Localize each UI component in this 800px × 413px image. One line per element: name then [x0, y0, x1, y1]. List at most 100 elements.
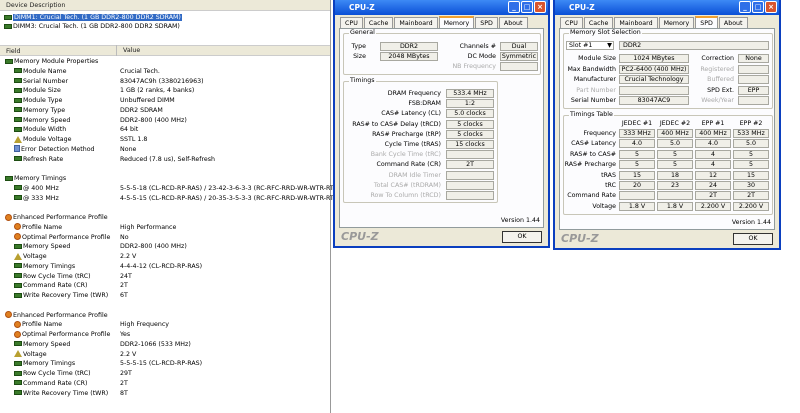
table-row[interactable]: @ 333 MHz 4-5-5-15 (CL-RCD-RP-RAS) / 20-3…	[0, 194, 340, 204]
table-row[interactable]: Memory Module Properties	[0, 57, 330, 67]
table-row[interactable]: Error Detection Method None	[0, 145, 330, 155]
table-row[interactable]: Voltage 2.2 V	[0, 252, 330, 262]
field-label: Optimal Performance Profile	[22, 233, 111, 241]
timing-label: Cycle Time (tRAS)	[384, 141, 441, 148]
timing-row-label: Frequency	[583, 130, 616, 137]
maximize-button[interactable]: □	[521, 1, 533, 13]
spd-field-value: PC2-6400 (400 MHz)	[619, 64, 689, 74]
field-cell: Serial Number	[14, 77, 68, 87]
table-row[interactable]: Memory Speed DDR2-800 (400 MHz)	[0, 116, 330, 126]
tab-mainboard[interactable]: Mainboard	[394, 17, 438, 28]
timing-row-label: tRC	[605, 182, 616, 189]
table-row[interactable]: Enhanced Performance Profile	[0, 213, 330, 223]
memory-type-value: DDR2	[619, 41, 769, 50]
table-row[interactable]: Memory Speed DDR2-800 (400 MHz)	[0, 242, 330, 252]
memory-info-panel: Device Description DIMM1: Crucial Tech. …	[0, 0, 340, 413]
table-row[interactable]: @ 400 MHz 5-5-5-18 (CL-RCD-RP-RAS) / 23-4…	[0, 184, 340, 194]
value-cell: 1 GB (2 ranks, 4 banks)	[120, 87, 195, 95]
table-row[interactable]: Command Rate (CR) 2T	[0, 281, 330, 291]
table-row[interactable]: Module Size 1 GB (2 ranks, 4 banks)	[0, 86, 330, 96]
column-divider[interactable]	[116, 45, 117, 56]
value-cell: 64 bit	[120, 126, 139, 134]
tab-memory[interactable]: Memory	[438, 16, 475, 28]
table-row[interactable]: Module Width 64 bit	[0, 125, 330, 135]
table-row[interactable]: Command Rate (CR) 2T	[0, 379, 330, 389]
timing-value: 2T	[446, 160, 494, 170]
field-cell: Memory Timings	[5, 174, 66, 184]
table-row[interactable]: Refresh Rate Reduced (7.8 us), Self-Refre…	[0, 155, 330, 165]
memory-module-icon	[14, 243, 22, 249]
memory-module-icon	[14, 370, 22, 376]
memory-module-icon	[4, 14, 12, 20]
memory-module-icon	[4, 23, 12, 29]
table-row[interactable]: Module Voltage SSTL 1.8	[0, 135, 330, 145]
field-cell: Memory Timings	[14, 262, 75, 272]
tab-spd[interactable]: SPD	[475, 17, 498, 28]
timing-cell: 1.8 V	[619, 201, 655, 211]
minimize-button[interactable]: _	[508, 1, 520, 13]
memory-module-icon	[14, 263, 22, 269]
table-row[interactable]: Memory Timings 5-5-5-15 (CL-RCD-RP-RAS)	[0, 359, 330, 369]
spd-field-value	[738, 64, 769, 74]
value-cell: 2T	[120, 282, 128, 290]
timing-cell: 2.200 V	[733, 201, 769, 211]
tab-cache[interactable]: Cache	[363, 17, 394, 28]
spd-field-label: Week/Year	[701, 97, 734, 104]
tab-cpu[interactable]: CPU	[340, 17, 363, 28]
column-header: EPP #2	[739, 120, 763, 127]
table-row[interactable]: Memory Timings 4-4-4-12 (CL-RCD-RP-RAS)	[0, 262, 330, 272]
epp-icon	[14, 223, 21, 231]
table-row[interactable]: Optimal Performance Profile Yes	[0, 330, 330, 340]
tab-mainboard[interactable]: Mainboard	[614, 17, 658, 28]
maximize-button[interactable]: □	[752, 1, 764, 13]
device-item[interactable]: DIMM1: Crucial Tech. (1 GB DDR2-800 DDR2…	[4, 13, 182, 22]
field-label: Module Voltage	[23, 136, 72, 143]
value-header[interactable]: Value	[117, 45, 330, 56]
tab-cache[interactable]: Cache	[583, 17, 614, 28]
close-button[interactable]: ×	[534, 1, 546, 13]
table-row[interactable]: Write Recovery Time (tWR) 6T	[0, 291, 330, 301]
device-item[interactable]: DIMM3: Crucial Tech. (1 GB DDR2-800 DDR2…	[4, 22, 180, 31]
table-row[interactable]: Row Cycle Time (tRC) 29T	[0, 369, 330, 379]
table-row[interactable]: Serial Number 83047AC9h (3380216963)	[0, 77, 330, 87]
table-row[interactable]: Module Name Crucial Tech.	[0, 67, 330, 77]
value-cell: 2T	[120, 379, 128, 387]
value-cell: High Frequency	[120, 321, 170, 329]
tab-about[interactable]: About	[718, 17, 748, 28]
memory-module-icon	[14, 360, 22, 366]
memory-module-icon	[14, 273, 22, 278]
ok-button[interactable]: OK	[733, 233, 773, 245]
tab-cpu[interactable]: CPU	[560, 17, 583, 28]
close-button[interactable]: ×	[765, 1, 777, 13]
value-cell: 4-4-4-12 (CL-RCD-RP-RAS)	[120, 262, 203, 270]
table-row[interactable]: Memory Timings	[0, 174, 330, 184]
table-row[interactable]: Write Recovery Time (tWR) 8T	[0, 389, 330, 399]
table-row[interactable]: Module Type Unbuffered DIMM	[0, 96, 330, 106]
table-row[interactable]: Optimal Performance Profile No	[0, 233, 330, 243]
tab-memory[interactable]: Memory	[658, 17, 695, 28]
ok-button[interactable]: OK	[502, 231, 542, 243]
field-cell: Memory Type	[14, 106, 65, 116]
table-row[interactable]: Voltage 2.2 V	[0, 350, 330, 360]
tab-spd[interactable]: SPD	[695, 16, 718, 28]
field-cell: Memory Speed	[14, 340, 70, 350]
timing-cell: 533 MHz	[733, 129, 769, 138]
table-row[interactable]: Memory Speed DDR2-1066 (533 MHz)	[0, 340, 330, 350]
timing-cell: 15	[619, 170, 655, 180]
memory-module-icon	[14, 282, 22, 288]
device-description-header[interactable]: Device Description	[0, 0, 330, 11]
table-row[interactable]: Memory Type DDR2 SDRAM	[0, 106, 330, 116]
minimize-button[interactable]: _	[739, 1, 751, 13]
table-row[interactable]: Profile Name High Performance	[0, 223, 330, 233]
slot-select[interactable]: Slot #1 ▼	[566, 41, 614, 50]
table-row[interactable]: Enhanced Performance Profile	[0, 311, 330, 321]
tab-about[interactable]: About	[498, 17, 528, 28]
table-row[interactable]: Row Cycle Time (tRC) 24T	[0, 272, 330, 282]
value-cell: None	[120, 145, 137, 153]
table-row[interactable]: Profile Name High Frequency	[0, 320, 330, 330]
field-cell: Memory Speed	[14, 116, 70, 126]
field-label: Command Rate (CR)	[23, 379, 88, 387]
type-label: Type	[351, 43, 366, 50]
field-cell: @ 400 MHz	[14, 184, 59, 194]
value-cell: 24T	[120, 272, 132, 280]
